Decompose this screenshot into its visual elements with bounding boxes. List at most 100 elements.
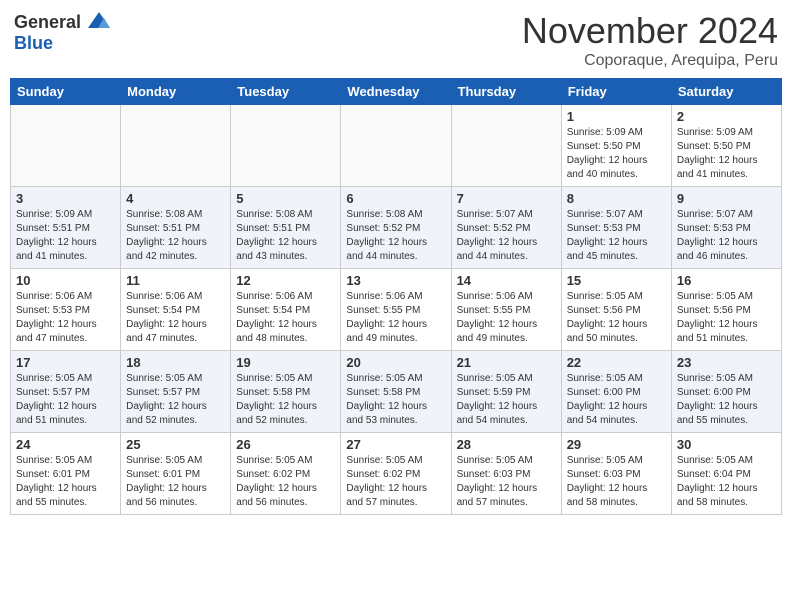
calendar-cell: 7 Sunrise: 5:07 AMSunset: 5:52 PMDaylight… [451,187,561,269]
calendar-cell: 11 Sunrise: 5:06 AMSunset: 5:54 PMDayligh… [121,269,231,351]
day-info: Sunrise: 5:06 AMSunset: 5:54 PMDaylight:… [126,290,225,346]
day-info: Sunrise: 5:05 AMSunset: 6:01 PMDaylight:… [126,454,225,510]
day-number: 7 [457,191,556,206]
day-number: 8 [567,191,666,206]
day-number: 2 [677,109,776,124]
calendar-cell: 1Sunrise: 5:09 AMSunset: 5:50 PMDaylight… [561,105,671,187]
day-info: Sunrise: 5:09 AMSunset: 5:51 PMDaylight:… [16,208,115,264]
day-info: Sunrise: 5:05 AMSunset: 5:59 PMDaylight:… [457,372,556,428]
weekday-header-thursday: Thursday [451,79,561,105]
day-number: 18 [126,355,225,370]
weekday-header-monday: Monday [121,79,231,105]
calendar-cell: 25 Sunrise: 5:05 AMSunset: 6:01 PMDayligh… [121,433,231,515]
day-number: 11 [126,273,225,288]
day-number: 20 [346,355,445,370]
day-info: Sunrise: 5:05 AMSunset: 5:57 PMDaylight:… [126,372,225,428]
day-info: Sunrise: 5:05 AMSunset: 6:00 PMDaylight:… [677,372,776,428]
logo-icon [84,6,114,36]
day-info: Sunrise: 5:05 AMSunset: 6:00 PMDaylight:… [567,372,666,428]
calendar-cell: 24Sunrise: 5:05 AMSunset: 6:01 PMDayligh… [11,433,121,515]
calendar-cell: 29 Sunrise: 5:05 AMSunset: 6:03 PMDayligh… [561,433,671,515]
calendar-cell: 16Sunrise: 5:05 AMSunset: 5:56 PMDayligh… [671,269,781,351]
day-number: 29 [567,437,666,452]
calendar-cell: 2 Sunrise: 5:09 AMSunset: 5:50 PMDaylight… [671,105,781,187]
calendar-week-row: 10 Sunrise: 5:06 AMSunset: 5:53 PMDayligh… [11,269,782,351]
logo-text-blue: Blue [14,33,53,53]
day-info: Sunrise: 5:06 AMSunset: 5:53 PMDaylight:… [16,290,115,346]
day-number: 4 [126,191,225,206]
day-number: 6 [346,191,445,206]
calendar-cell [341,105,451,187]
day-number: 10 [16,273,115,288]
day-info: Sunrise: 5:05 AMSunset: 6:03 PMDaylight:… [457,454,556,510]
calendar-cell [121,105,231,187]
logo-text-general: General [14,12,81,32]
calendar-cell: 21 Sunrise: 5:05 AMSunset: 5:59 PMDayligh… [451,351,561,433]
calendar-cell: 27Sunrise: 5:05 AMSunset: 6:02 PMDayligh… [341,433,451,515]
logo: General Blue [14,10,114,54]
day-number: 28 [457,437,556,452]
month-title: November 2024 [522,10,778,52]
day-number: 21 [457,355,556,370]
day-number: 17 [16,355,115,370]
day-info: Sunrise: 5:09 AMSunset: 5:50 PMDaylight:… [677,126,776,182]
day-info: Sunrise: 5:05 AMSunset: 6:03 PMDaylight:… [567,454,666,510]
calendar-cell [11,105,121,187]
location-title: Coporaque, Arequipa, Peru [522,52,778,70]
calendar-cell: 9 Sunrise: 5:07 AMSunset: 5:53 PMDaylight… [671,187,781,269]
calendar-cell: 28 Sunrise: 5:05 AMSunset: 6:03 PMDayligh… [451,433,561,515]
day-number: 13 [346,273,445,288]
calendar-week-row: 24 Sunrise: 5:05 AMSunset: 6:01 PMDayligh… [11,433,782,515]
day-number: 15 [567,273,666,288]
day-number: 30 [677,437,776,452]
weekday-header-wednesday: Wednesday [341,79,451,105]
day-number: 5 [236,191,335,206]
calendar-cell: 23 Sunrise: 5:05 AMSunset: 6:00 PMDayligh… [671,351,781,433]
calendar-cell: 6 Sunrise: 5:08 AMSunset: 5:52 PMDaylight… [341,187,451,269]
day-info: Sunrise: 5:05 AMSunset: 5:57 PMDaylight:… [16,372,115,428]
calendar-cell: 12 Sunrise: 5:06 AMSunset: 5:54 PMDayligh… [231,269,341,351]
calendar-cell: 19Sunrise: 5:05 AMSunset: 5:58 PMDayligh… [231,351,341,433]
calendar-table: SundayMondayTuesdayWednesdayThursdayFrid… [10,78,782,515]
calendar-cell: 14 Sunrise: 5:06 AMSunset: 5:55 PMDayligh… [451,269,561,351]
day-info: Sunrise: 5:09 AMSunset: 5:50 PMDaylight:… [567,126,666,182]
calendar-week-row: 17 Sunrise: 5:05 AMSunset: 5:57 PMDayligh… [11,351,782,433]
calendar-cell: 30 Sunrise: 5:05 AMSunset: 6:04 PMDayligh… [671,433,781,515]
day-info: Sunrise: 5:05 AMSunset: 6:02 PMDaylight:… [346,454,445,510]
weekday-header-row: SundayMondayTuesdayWednesdayThursdayFrid… [11,79,782,105]
day-number: 9 [677,191,776,206]
calendar-cell: 18 Sunrise: 5:05 AMSunset: 5:57 PMDayligh… [121,351,231,433]
day-number: 26 [236,437,335,452]
day-number: 14 [457,273,556,288]
title-block: November 2024 Coporaque, Arequipa, Peru [522,10,778,70]
day-number: 3 [16,191,115,206]
day-info: Sunrise: 5:06 AMSunset: 5:54 PMDaylight:… [236,290,335,346]
day-number: 24 [16,437,115,452]
day-info: Sunrise: 5:05 AMSunset: 5:56 PMDaylight:… [567,290,666,346]
weekday-header-saturday: Saturday [671,79,781,105]
day-info: Sunrise: 5:06 AMSunset: 5:55 PMDaylight:… [457,290,556,346]
day-info: Sunrise: 5:05 AMSunset: 5:58 PMDaylight:… [236,372,335,428]
day-info: Sunrise: 5:05 AMSunset: 6:04 PMDaylight:… [677,454,776,510]
day-number: 25 [126,437,225,452]
calendar-cell: 20Sunrise: 5:05 AMSunset: 5:58 PMDayligh… [341,351,451,433]
calendar-week-row: 3 Sunrise: 5:09 AMSunset: 5:51 PMDaylight… [11,187,782,269]
calendar-cell: 13 Sunrise: 5:06 AMSunset: 5:55 PMDayligh… [341,269,451,351]
day-info: Sunrise: 5:08 AMSunset: 5:51 PMDaylight:… [236,208,335,264]
calendar-cell [451,105,561,187]
calendar-week-row: 1Sunrise: 5:09 AMSunset: 5:50 PMDaylight… [11,105,782,187]
day-info: Sunrise: 5:05 AMSunset: 5:56 PMDaylight:… [677,290,776,346]
calendar-cell: 4Sunrise: 5:08 AMSunset: 5:51 PMDaylight… [121,187,231,269]
calendar-cell: 26Sunrise: 5:05 AMSunset: 6:02 PMDayligh… [231,433,341,515]
weekday-header-friday: Friday [561,79,671,105]
day-info: Sunrise: 5:08 AMSunset: 5:52 PMDaylight:… [346,208,445,264]
weekday-header-tuesday: Tuesday [231,79,341,105]
calendar-cell: 3 Sunrise: 5:09 AMSunset: 5:51 PMDaylight… [11,187,121,269]
day-info: Sunrise: 5:07 AMSunset: 5:52 PMDaylight:… [457,208,556,264]
calendar-cell: 10 Sunrise: 5:06 AMSunset: 5:53 PMDayligh… [11,269,121,351]
day-number: 23 [677,355,776,370]
calendar-cell: 8Sunrise: 5:07 AMSunset: 5:53 PMDaylight… [561,187,671,269]
day-number: 12 [236,273,335,288]
day-info: Sunrise: 5:07 AMSunset: 5:53 PMDaylight:… [677,208,776,264]
day-info: Sunrise: 5:06 AMSunset: 5:55 PMDaylight:… [346,290,445,346]
